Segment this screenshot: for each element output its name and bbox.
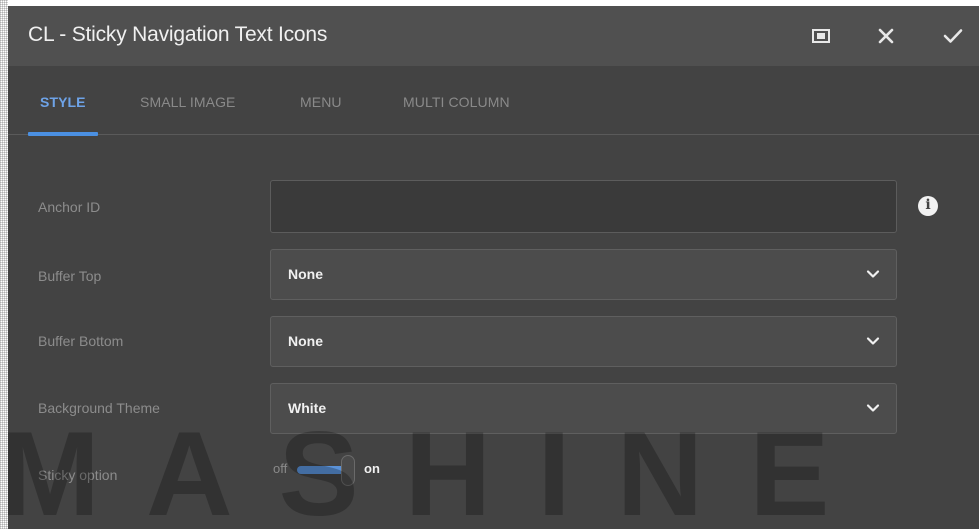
tab-style[interactable]: STYLE xyxy=(40,94,86,110)
tab-multi-column[interactable]: MULTI COLUMN xyxy=(403,94,510,110)
checkmark-icon xyxy=(943,29,963,43)
chevron-down-icon xyxy=(866,270,880,278)
tab-bar: STYLE SMALL IMAGE MENU MULTI COLUMN xyxy=(8,66,979,136)
background-theme-label: Background Theme xyxy=(38,400,160,416)
background-theme-select[interactable]: White xyxy=(270,383,897,434)
buffer-bottom-value: None xyxy=(288,333,323,349)
close-icon xyxy=(878,28,894,44)
sticky-option-label: Sticky option xyxy=(38,467,118,483)
info-icon[interactable]: i xyxy=(918,196,938,216)
toggle-off-label: off xyxy=(273,461,288,476)
chevron-down-icon xyxy=(866,337,880,345)
tab-small-image[interactable]: SMALL IMAGE xyxy=(140,94,236,110)
active-tab-indicator xyxy=(28,132,98,136)
dialog-title: CL - Sticky Navigation Text Icons xyxy=(28,23,328,46)
window-frame-edge xyxy=(0,0,8,529)
sticky-toggle-track[interactable] xyxy=(297,466,345,474)
anchor-id-input[interactable] xyxy=(270,180,897,233)
confirm-button[interactable] xyxy=(937,20,969,52)
dialog-window: CL - Sticky Navigation Text Icons STYLE … xyxy=(8,6,979,529)
buffer-top-label: Buffer Top xyxy=(38,268,102,284)
dialog-titlebar: CL - Sticky Navigation Text Icons xyxy=(8,6,979,66)
fullscreen-button[interactable] xyxy=(805,20,837,52)
fullscreen-icon xyxy=(812,29,830,43)
anchor-id-label: Anchor ID xyxy=(38,199,101,215)
sticky-toggle-handle[interactable] xyxy=(341,455,355,486)
close-button[interactable] xyxy=(870,20,902,52)
chevron-down-icon xyxy=(866,404,880,412)
buffer-top-select[interactable]: None xyxy=(270,249,897,300)
tab-menu[interactable]: MENU xyxy=(300,94,342,110)
buffer-top-value: None xyxy=(288,266,323,282)
buffer-bottom-select[interactable]: None xyxy=(270,316,897,367)
toggle-on-label: on xyxy=(364,461,380,476)
background-theme-value: White xyxy=(288,400,327,416)
buffer-bottom-label: Buffer Bottom xyxy=(38,333,124,349)
